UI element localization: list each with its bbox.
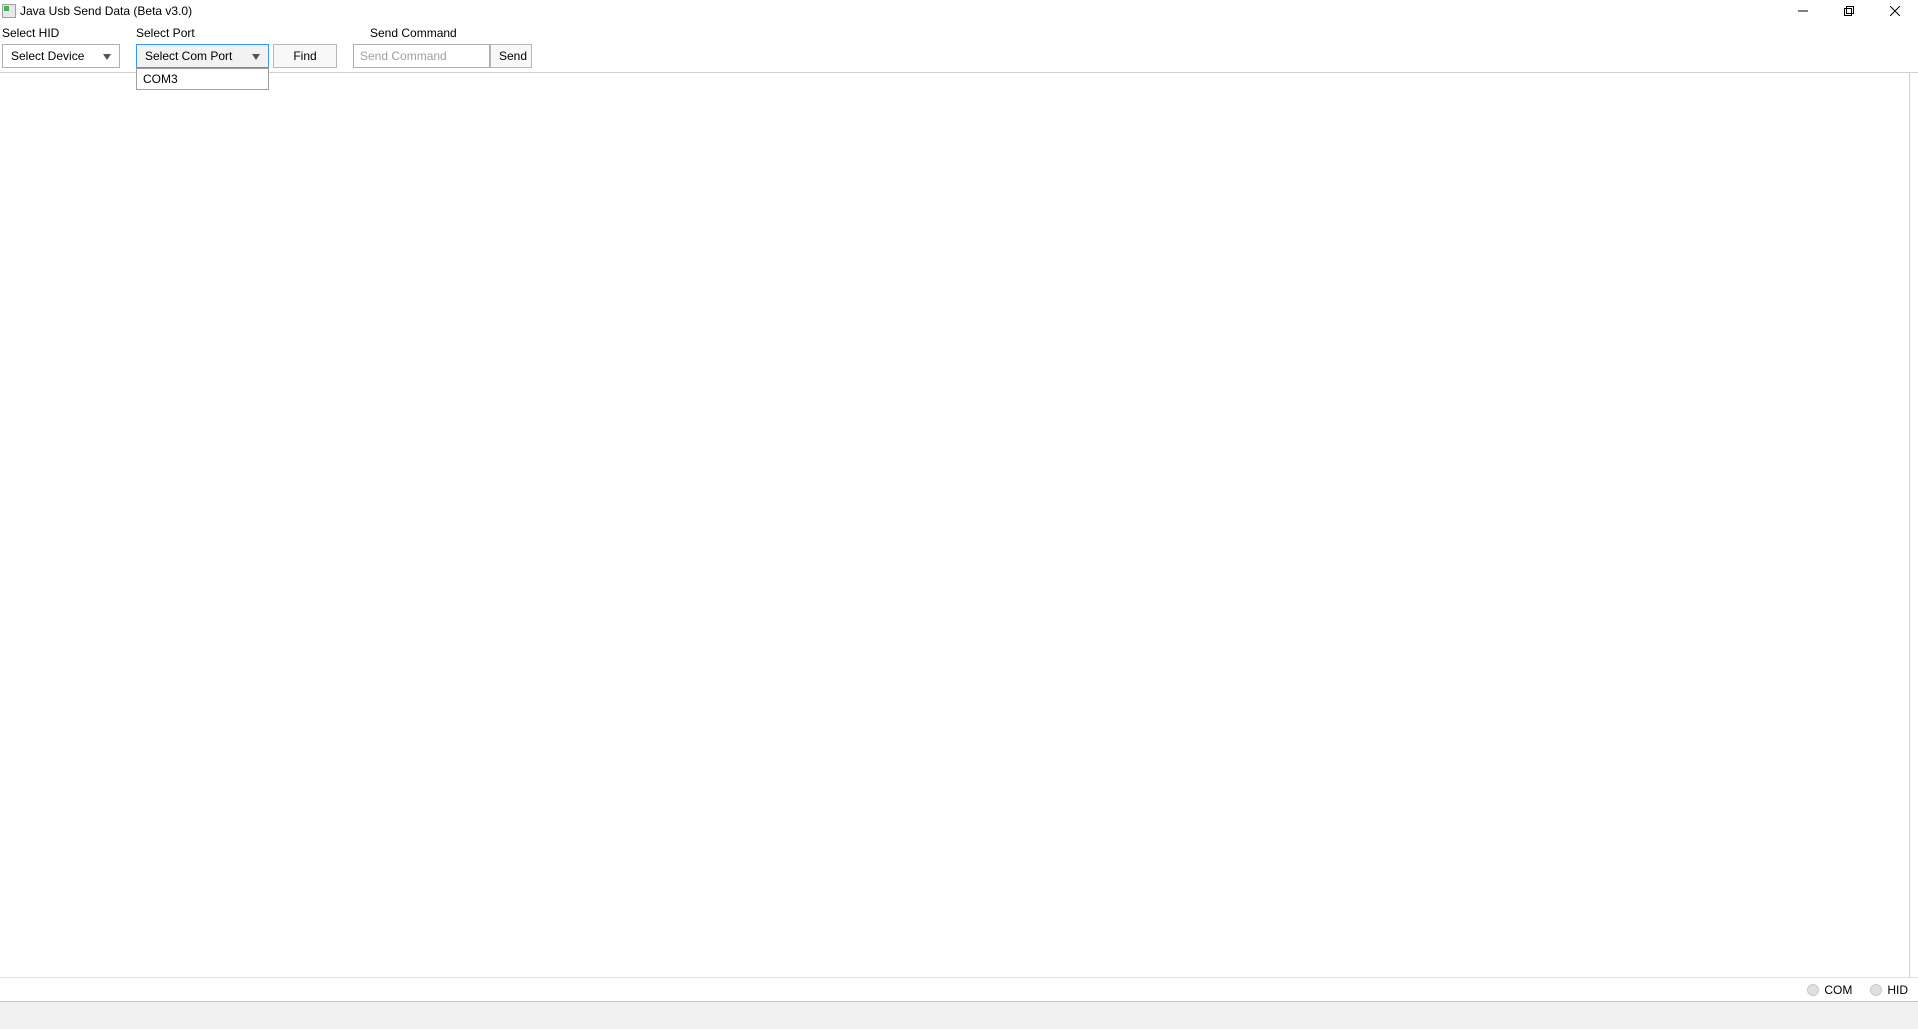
port-find-group: Select Com Port COM3 Find <box>136 44 337 68</box>
maximize-icon <box>1844 6 1854 16</box>
app-icon <box>2 4 16 18</box>
chevron-down-icon <box>248 49 264 63</box>
status-com: COM <box>1807 983 1852 997</box>
label-select-port: Select Port <box>136 26 370 40</box>
statusbar: COM HID <box>0 977 1918 1001</box>
chevron-down-icon <box>99 49 115 63</box>
port-combobox[interactable]: Select Com Port COM3 <box>136 44 269 68</box>
command-group: Send <box>353 44 532 68</box>
port-option-com3[interactable]: COM3 <box>137 69 268 89</box>
app-title: Java Usb Send Data (Beta v3.0) <box>20 4 192 18</box>
status-hid: HID <box>1870 983 1908 997</box>
titlebar-buttons <box>1780 0 1918 22</box>
hid-combobox-selected: Select Device <box>11 49 84 63</box>
status-dot-icon <box>1807 984 1819 996</box>
send-button[interactable]: Send <box>490 44 532 68</box>
port-dropdown: COM3 <box>136 68 269 90</box>
command-input[interactable] <box>353 44 490 68</box>
close-button[interactable] <box>1872 0 1918 22</box>
status-com-label: COM <box>1824 983 1852 997</box>
minimize-button[interactable] <box>1780 0 1826 22</box>
hid-combobox[interactable]: Select Device <box>2 44 120 68</box>
toolbar: Select Device Select Com Port COM3 Find … <box>0 40 1918 73</box>
status-hid-label: HID <box>1887 983 1908 997</box>
os-taskbar[interactable] <box>0 1001 1918 1029</box>
toolbar-labels: Select HID Select Port Send Command <box>0 22 1918 40</box>
minimize-icon <box>1798 6 1808 16</box>
label-select-hid: Select HID <box>2 26 136 40</box>
titlebar: Java Usb Send Data (Beta v3.0) <box>0 0 1918 22</box>
close-icon <box>1890 6 1900 16</box>
port-combobox-selected: Select Com Port <box>145 49 232 63</box>
titlebar-left: Java Usb Send Data (Beta v3.0) <box>2 4 192 18</box>
content-area <box>0 73 1910 977</box>
status-dot-icon <box>1870 984 1882 996</box>
label-send-command: Send Command <box>370 26 1916 40</box>
maximize-button[interactable] <box>1826 0 1872 22</box>
find-button[interactable]: Find <box>273 44 337 68</box>
